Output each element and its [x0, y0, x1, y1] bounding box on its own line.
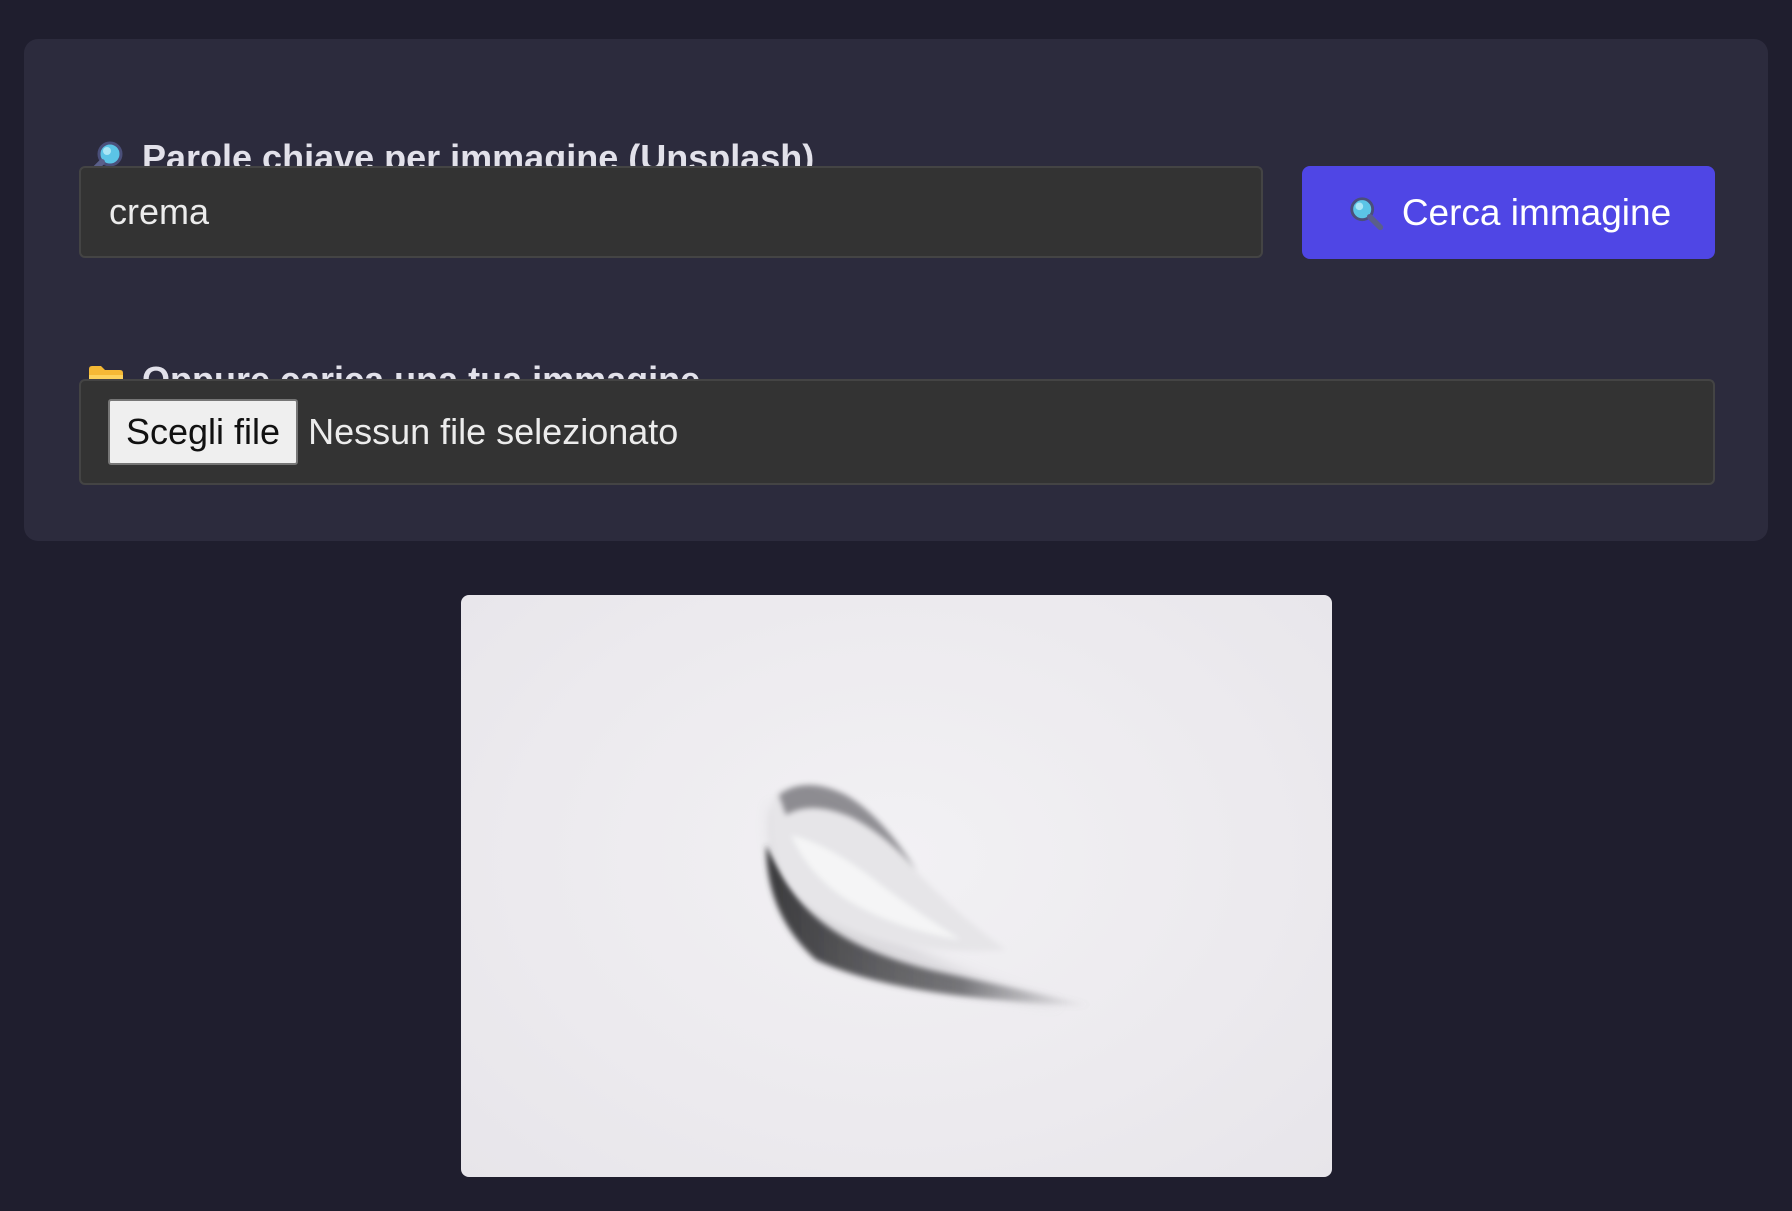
image-settings-panel: Parole chiave per immagine (Unsplash) Ce… [24, 39, 1768, 541]
search-image-button-label: Cerca immagine [1401, 191, 1672, 233]
cream-swatch-image [766, 785, 1091, 1006]
image-preview [461, 595, 1332, 1177]
file-status-text: Nessun file selezionato [308, 411, 679, 452]
file-upload-field[interactable]: Scegli file Nessun file selezionato [79, 379, 1715, 485]
choose-file-button[interactable]: Scegli file [108, 399, 299, 465]
search-image-button[interactable]: Cerca immagine [1302, 166, 1715, 259]
keywords-input[interactable] [79, 166, 1263, 258]
magnifying-glass-icon [1346, 193, 1386, 233]
